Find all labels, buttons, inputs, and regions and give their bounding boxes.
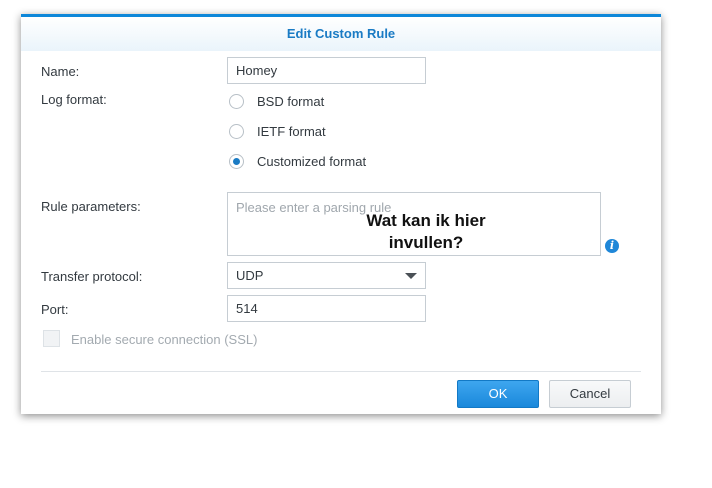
radio-label: BSD format: [257, 94, 325, 109]
radio-label: IETF format: [257, 124, 326, 139]
radio-button[interactable]: [229, 124, 244, 139]
dialog-header: Edit Custom Rule: [21, 17, 661, 51]
transfer-protocol-select[interactable]: UDP: [227, 262, 426, 289]
annotation-line-2: invullen?: [388, 233, 464, 252]
footer-divider: [41, 371, 641, 372]
ssl-checkbox-label: Enable secure connection (SSL): [71, 332, 258, 347]
cancel-button[interactable]: Cancel: [549, 380, 631, 408]
name-input[interactable]: Homey: [227, 57, 426, 84]
edit-custom-rule-dialog: Edit Custom Rule Name: Homey Log format:…: [21, 14, 661, 414]
annotation-text: Wat kan ik hier invullen?: [356, 210, 496, 254]
log-format-label: Log format:: [41, 92, 107, 107]
port-input[interactable]: 514: [227, 295, 426, 322]
chevron-down-icon: [405, 273, 417, 279]
annotation-line-1: Wat kan ik hier: [366, 211, 486, 230]
dialog-title: Edit Custom Rule: [286, 26, 396, 41]
name-label: Name:: [41, 64, 80, 79]
radio-button[interactable]: [229, 94, 244, 109]
radio-button[interactable]: [229, 154, 244, 169]
ssl-checkbox[interactable]: [43, 330, 60, 347]
rule-parameters-label: Rule parameters:: [41, 199, 141, 214]
ok-button[interactable]: OK: [457, 380, 539, 408]
port-label: Port:: [41, 302, 69, 317]
info-icon[interactable]: i: [605, 239, 619, 253]
transfer-protocol-label: Transfer protocol:: [41, 269, 143, 284]
radio-label: Customized format: [257, 154, 367, 169]
transfer-protocol-value: UDP: [236, 268, 264, 283]
